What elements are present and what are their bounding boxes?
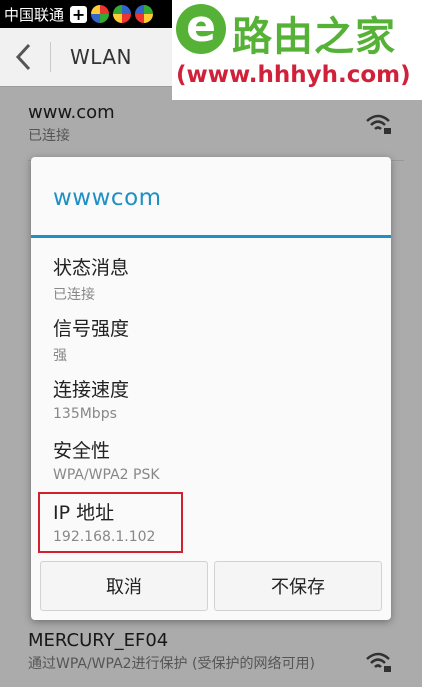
app-notification-icon [113,5,132,23]
detail-row-security: 安全性 WPA/WPA2 PSK [53,436,160,483]
dialog-title: wwwcom [53,185,162,211]
dialog-title-divider [31,235,391,238]
carrier-name: 中国联通 [4,5,65,24]
detail-value: WPA/WPA2 PSK [53,467,160,483]
detail-row-status: 状态消息 已连接 [53,253,129,304]
ip-highlight-box [38,492,183,553]
notification-icons: + [70,4,154,24]
logo-brand-text: 路由之家 [232,14,396,60]
detail-row-speed: 连接速度 135Mbps [53,375,129,422]
back-chevron-icon[interactable] [14,42,34,72]
forget-button[interactable]: 不保存 [214,561,382,611]
logo-emblem: e [176,4,226,54]
app-notification-icon [135,5,154,23]
detail-label: 安全性 [53,440,111,462]
plus-icon: + [70,4,88,24]
site-watermark-logo: e 路由之家 (www.hhhyh.com) [172,0,422,100]
detail-row-signal: 信号强度 强 [53,314,129,365]
network-details-dialog: wwwcom 状态消息 已连接 信号强度 强 连接速度 135Mbps 安全性 … [31,157,391,620]
detail-label: 连接速度 [53,379,130,401]
detail-value: 强 [53,348,67,364]
detail-label: 信号强度 [53,318,130,340]
logo-url-text: (www.hhhyh.com) [176,62,411,88]
action-bar-divider [50,42,51,72]
cancel-button[interactable]: 取消 [40,561,208,611]
detail-value: 135Mbps [53,406,117,422]
app-notification-icon [91,5,110,23]
detail-value: 已连接 [53,287,95,303]
page-title: WLAN [70,45,133,69]
detail-label: 状态消息 [53,257,130,279]
